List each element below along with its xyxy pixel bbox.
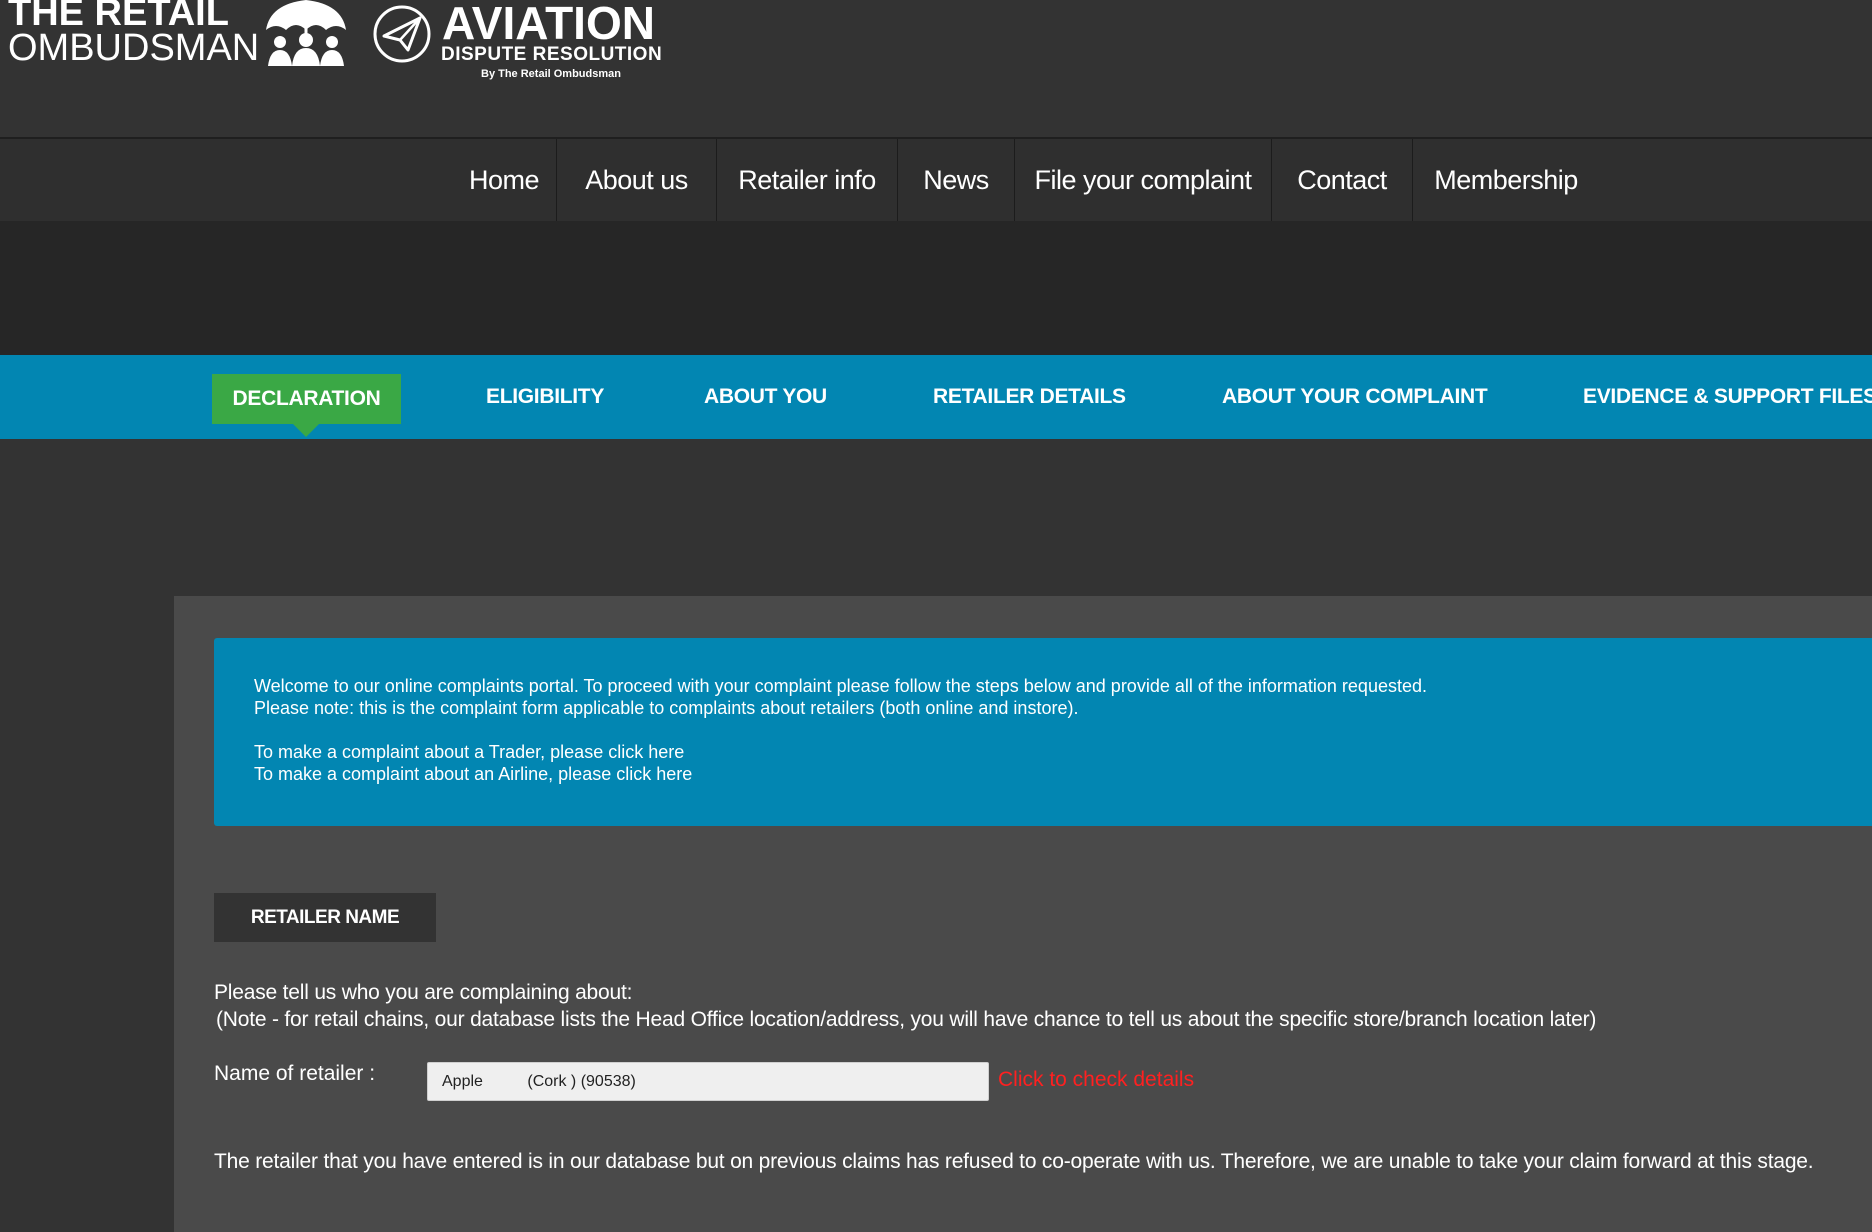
step-about-you[interactable]: ABOUT YOU [704, 355, 827, 439]
nav-contact[interactable]: Contact [1272, 139, 1412, 221]
nav-news[interactable]: News [898, 139, 1014, 221]
retail-ombudsman-logo[interactable]: THE RETAIL OMBUDSMAN [8, 0, 348, 70]
complaint-question: Please tell us who you are complaining a… [214, 981, 633, 1004]
retailer-name-label: Name of retailer : [214, 1062, 376, 1085]
aviation-dispute-logo[interactable]: AVIATION DISPUTE RESOLUTION By The Retai… [372, 0, 672, 90]
info-note-text: Please note: this is the complaint form … [254, 698, 1079, 718]
step-about-your-complaint[interactable]: ABOUT YOUR COMPLAINT [1222, 355, 1488, 439]
welcome-info-box: Welcome to our online complaints portal.… [214, 638, 1872, 826]
nav-home[interactable]: Home [452, 139, 556, 221]
head-office-note: (Note - for retail chains, our database … [216, 1008, 1597, 1031]
banner-band [0, 221, 1872, 355]
nav-membership[interactable]: Membership [1413, 139, 1599, 221]
active-step-pointer [293, 424, 319, 437]
step-retailer-details[interactable]: RETAILER DETAILS [933, 355, 1126, 439]
trader-complaint-link[interactable]: To make a complaint about a Trader, plea… [254, 741, 684, 763]
aviation-byline: By The Retail Ombudsman [481, 68, 621, 80]
step-evidence-support-files[interactable]: EVIDENCE & SUPPORT FILES [1583, 355, 1872, 439]
retailer-name-section-title: RETAILER NAME [214, 893, 436, 942]
nav-about-us[interactable]: About us [557, 139, 716, 221]
umbrella-people-icon [266, 0, 346, 66]
retailer-refusal-message: The retailer that you have entered is in… [214, 1150, 1814, 1173]
nav-retailer-info[interactable]: Retailer info [717, 139, 897, 221]
airline-complaint-link[interactable]: To make a complaint about an Airline, pl… [254, 763, 692, 785]
main-navigation: Home About us Retailer info News File yo… [0, 137, 1872, 221]
aviation-title: AVIATION [442, 0, 655, 49]
step-eligibility[interactable]: ELIGIBILITY [486, 355, 604, 439]
step-declaration-active[interactable]: DECLARATION [212, 374, 401, 424]
aviation-subtitle: DISPUTE RESOLUTION [441, 44, 663, 65]
site-header: THE RETAIL OMBUDSMAN AVIATION DISPUTE RE… [0, 0, 1872, 137]
complaint-steps-bar: DECLARATION ELIGIBILITY ABOUT YOU RETAIL… [0, 355, 1872, 439]
retailer-name-input[interactable] [427, 1062, 989, 1101]
logo-text-line2: OMBUDSMAN [8, 27, 260, 69]
paper-plane-icon [373, 5, 431, 63]
check-details-link[interactable]: Click to check details [998, 1068, 1194, 1092]
nav-file-complaint[interactable]: File your complaint [1015, 139, 1271, 221]
info-welcome-text: Welcome to our online complaints portal.… [254, 676, 1427, 696]
